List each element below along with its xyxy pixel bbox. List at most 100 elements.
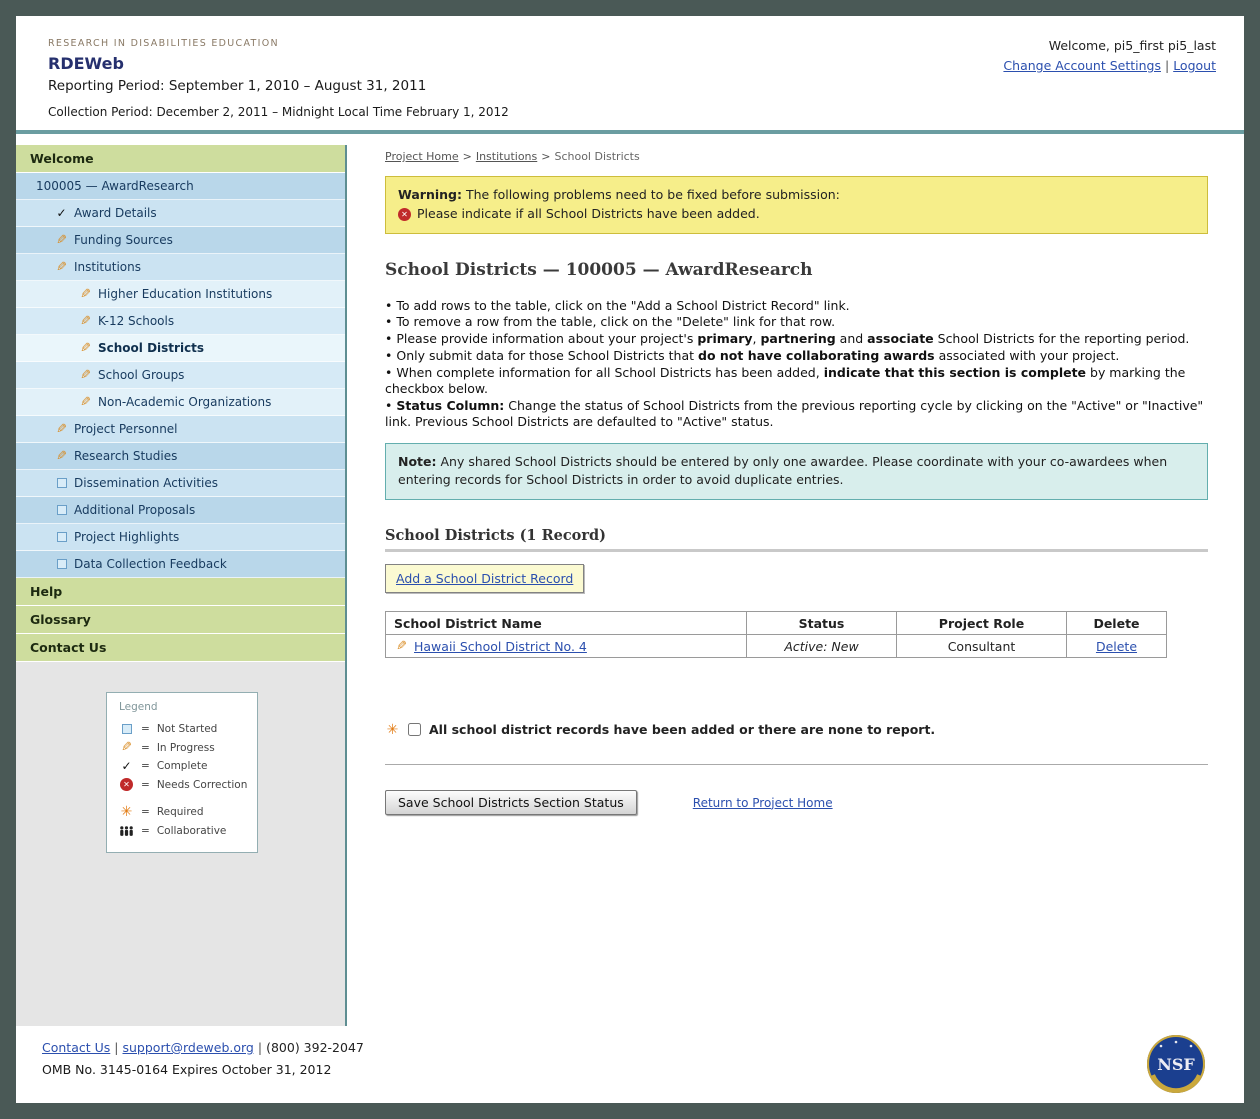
- add-record-box: Add a School District Record: [385, 564, 584, 593]
- legend-items: = Not Started ✎=In Progress✓=Complete ✕ = Nee…: [119, 720, 249, 840]
- warning-item-text: Please indicate if all School Districts …: [417, 205, 760, 224]
- sidebar-item-label: Project Personnel: [74, 422, 178, 436]
- main-panel: Project Home>Institutions>School Distric…: [347, 145, 1244, 1026]
- sidebar-nav-items: 100005 — AwardResearch ✓Award Details✎Fun…: [16, 173, 345, 578]
- footer: Contact Us|support@rdeweb.org|(800) 392-…: [16, 1026, 1244, 1103]
- reporting-period: Reporting Period: September 1, 2010 – Au…: [48, 78, 1218, 94]
- not-started-checkbox-icon: [54, 504, 69, 517]
- sidebar-item-school-groups[interactable]: ✎School Groups: [16, 362, 345, 389]
- sidebar-item-research-studies[interactable]: ✎ Research Studies: [16, 443, 345, 470]
- footer-email-link[interactable]: support@rdeweb.org: [123, 1040, 254, 1055]
- instructions: • To add rows to the table, click on the…: [385, 298, 1208, 430]
- sidebar-item-label: Award Details: [74, 206, 157, 220]
- collection-period: Collection Period: December 2, 2011 – Mi…: [48, 105, 1218, 119]
- sidebar-item-higher-education-institutions[interactable]: ✎ Higher Education Institutions: [16, 281, 345, 308]
- in-progress-pencil-icon: ✎: [78, 288, 93, 301]
- separator: |: [258, 1040, 262, 1055]
- legend-gap: [119, 794, 249, 803]
- return-to-project-home-link[interactable]: Return to Project Home: [693, 796, 833, 810]
- footer-links: Contact Us|support@rdeweb.org|(800) 392-…: [42, 1040, 1220, 1055]
- instruction-item: • Only submit data for those School Dist…: [385, 348, 1208, 364]
- not-started-checkbox-icon: [54, 558, 69, 571]
- legend-equals: =: [141, 723, 150, 735]
- delete-row-link[interactable]: Delete: [1096, 639, 1137, 654]
- section-title: School Districts (1 Record): [385, 527, 1208, 544]
- nsf-logo: NSF: [1146, 1034, 1206, 1094]
- warning-box: Warning: The following problems need to …: [385, 176, 1208, 234]
- sidebar-item-glossary[interactable]: Glossary: [16, 606, 345, 634]
- sidebar-item-label: Non-Academic Organizations: [98, 395, 271, 409]
- content-row: Welcome 100005 — AwardResearch ✓Award Det…: [16, 134, 1244, 1026]
- breadcrumb: Project Home>Institutions>School Distric…: [385, 150, 1208, 163]
- sidebar-item-100005-awardresearch[interactable]: 100005 — AwardResearch: [16, 173, 345, 200]
- school-districts-table: School District NameStatusProject RoleDe…: [385, 611, 1167, 658]
- page-title: School Districts — 100005 — AwardResearc…: [385, 260, 1208, 280]
- needs-correction-icon: ✕: [119, 778, 134, 791]
- table-header-row: School District NameStatusProject RoleDe…: [386, 612, 1167, 635]
- in-progress-pencil-icon: ✎: [78, 342, 93, 355]
- instruction-item: • To remove a row from the table, click …: [385, 314, 1208, 330]
- sidebar-item-school-districts[interactable]: ✎ School Districts: [16, 335, 345, 362]
- bullet-marker: •: [385, 365, 396, 380]
- sidebar-item-data-collection-feedback[interactable]: Data Collection Feedback: [16, 551, 345, 578]
- actions-row: Save School Districts Section Status Ret…: [385, 790, 1208, 815]
- sidebar-item-k-12-schools[interactable]: ✎K-12 Schools: [16, 308, 345, 335]
- legend-item-collaborative: =Collaborative: [119, 822, 249, 841]
- separator: |: [114, 1040, 118, 1055]
- sidebar-item-dissemination-activities[interactable]: Dissemination Activities: [16, 470, 345, 497]
- save-section-status-button[interactable]: Save School Districts Section Status: [385, 790, 637, 815]
- table-row: ✎ Hawaii School District No. 4 Active: New…: [386, 635, 1167, 658]
- warning-heading: Warning: The following problems need to …: [398, 186, 1195, 205]
- sidebar-item-contact-us[interactable]: Contact Us: [16, 634, 345, 662]
- in-progress-pencil-icon: ✎: [394, 640, 409, 653]
- sidebar-item-additional-proposals[interactable]: Additional Proposals: [16, 497, 345, 524]
- sidebar-item-label: School Districts: [98, 341, 204, 355]
- legend-label: Needs Correction: [157, 779, 248, 791]
- legend-equals: =: [141, 760, 150, 772]
- sidebar-item-award-details[interactable]: ✓Award Details: [16, 200, 345, 227]
- legend-item-in-progress: ✎=In Progress: [119, 739, 249, 758]
- sidebar-item-funding-sources[interactable]: ✎Funding Sources: [16, 227, 345, 254]
- breadcrumb-separator: >: [463, 150, 472, 163]
- add-school-district-record-link[interactable]: Add a School District Record: [396, 571, 573, 586]
- legend-label: Not Started: [157, 723, 218, 735]
- table-body: ✎ Hawaii School District No. 4 Active: New…: [386, 635, 1167, 658]
- in-progress-pencil-icon: ✎: [119, 741, 134, 754]
- footer-contact-link[interactable]: Contact Us: [42, 1040, 110, 1055]
- section-rule: [385, 549, 1208, 552]
- logout-link[interactable]: Logout: [1173, 58, 1216, 73]
- sidebar-item-label: 100005 — AwardResearch: [36, 179, 194, 193]
- legend-label: In Progress: [157, 742, 215, 754]
- district-name-link[interactable]: Hawaii School District No. 4: [414, 639, 587, 654]
- breadcrumb-institutions[interactable]: Institutions: [476, 150, 537, 163]
- breadcrumb-current: School Districts: [554, 150, 639, 163]
- in-progress-pencil-icon: ✎: [54, 450, 69, 463]
- table-header-school-district-name: School District Name: [386, 612, 747, 635]
- sidebar-item-project-highlights[interactable]: Project Highlights: [16, 524, 345, 551]
- sidebar-item-label: Dissemination Activities: [74, 476, 218, 490]
- warning-item: ✕ Please indicate if all School District…: [398, 205, 1195, 224]
- welcome-user: Welcome, pi5_first pi5_last: [1003, 38, 1216, 53]
- instruction-item: • Please provide information about your …: [385, 331, 1208, 347]
- confirm-label: All school district records have been ad…: [429, 722, 935, 737]
- sidebar-item-label: Data Collection Feedback: [74, 557, 227, 571]
- project-role-cell: Consultant: [897, 635, 1067, 658]
- sidebar-item-welcome[interactable]: Welcome: [16, 145, 345, 173]
- sidebar-item-help[interactable]: Help: [16, 578, 345, 606]
- delete-cell: Delete: [1067, 635, 1167, 658]
- not-started-checkbox-icon: [54, 477, 69, 490]
- legend-item-complete: ✓=Complete: [119, 757, 249, 776]
- sidebar-item-project-personnel[interactable]: ✎Project Personnel: [16, 416, 345, 443]
- separator: |: [1165, 58, 1169, 73]
- sidebar-item-label: Research Studies: [74, 449, 177, 463]
- status-cell: Active: New: [747, 635, 897, 658]
- sidebar-item-label: Higher Education Institutions: [98, 287, 272, 301]
- sidebar-item-institutions[interactable]: ✎Institutions: [16, 254, 345, 281]
- breadcrumb-project-home[interactable]: Project Home: [385, 150, 459, 163]
- change-account-settings-link[interactable]: Change Account Settings: [1003, 58, 1161, 73]
- instruction-item: • To add rows to the table, click on the…: [385, 298, 1208, 314]
- legend-item-required: ✳=Required: [119, 803, 249, 822]
- all-records-added-checkbox[interactable]: [408, 723, 421, 736]
- legend-title: Legend: [119, 701, 249, 713]
- sidebar-item-non-academic-organizations[interactable]: ✎Non-Academic Organizations: [16, 389, 345, 416]
